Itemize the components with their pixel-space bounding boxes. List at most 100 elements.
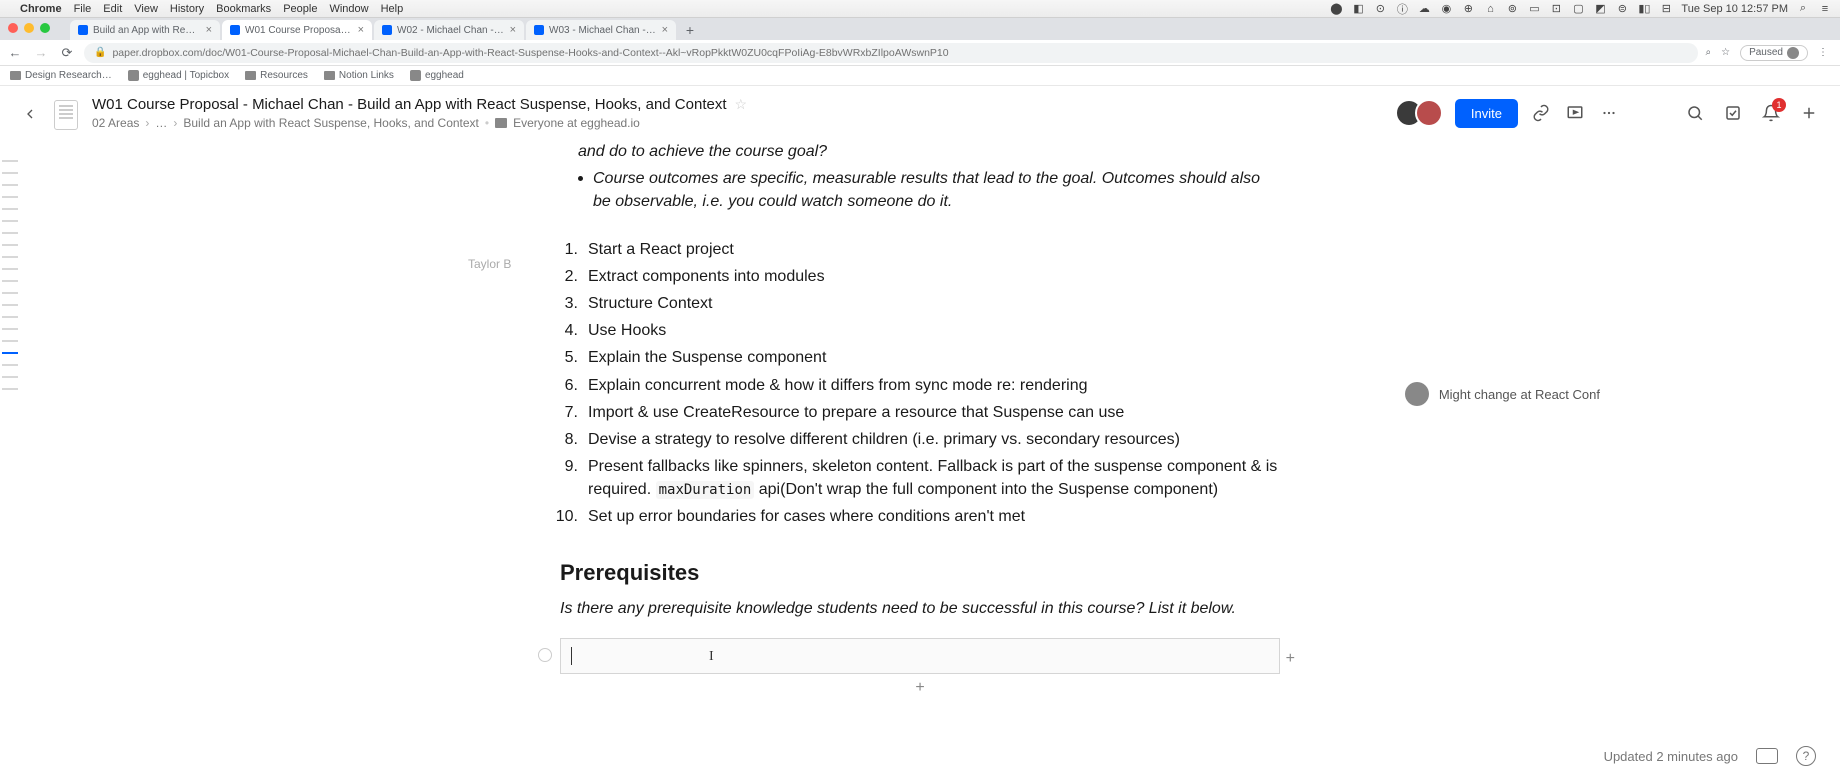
- intro-text[interactable]: and do to achieve the course goal?: [578, 140, 827, 163]
- status-icon[interactable]: ▢: [1571, 2, 1585, 16]
- bookmark-item[interactable]: Design Research…: [10, 70, 112, 81]
- add-column-icon[interactable]: +: [1286, 647, 1295, 670]
- browser-tab[interactable]: Build an App with React Susp…×: [70, 20, 220, 40]
- list-item[interactable]: 6.Explain concurrent mode & how it diffe…: [554, 374, 1280, 397]
- profile-paused-chip[interactable]: Paused: [1740, 45, 1808, 61]
- tab-close-icon[interactable]: ×: [206, 24, 212, 36]
- menu-bookmarks[interactable]: Bookmarks: [216, 3, 271, 15]
- list-item[interactable]: 2.Extract components into modules: [554, 265, 1280, 288]
- help-icon[interactable]: ?: [1796, 746, 1816, 766]
- outcomes-list[interactable]: 1.Start a React project 2.Extract compone…: [554, 238, 1280, 529]
- menu-help[interactable]: Help: [381, 3, 404, 15]
- list-item-text: Devise a strategy to resolve different c…: [588, 428, 1280, 451]
- breadcrumb-more[interactable]: …: [155, 116, 167, 130]
- share-scope[interactable]: Everyone at egghead.io: [513, 116, 640, 130]
- menu-window[interactable]: Window: [329, 3, 368, 15]
- presence-avatars[interactable]: [1403, 99, 1443, 127]
- status-icon[interactable]: ⓘ: [1395, 2, 1409, 16]
- status-icon[interactable]: ⌂: [1483, 2, 1497, 16]
- add-row-icon[interactable]: +: [560, 676, 1280, 699]
- zoom-icon[interactable]: ⌕: [1706, 47, 1712, 58]
- wifi-icon[interactable]: ⊜: [1615, 2, 1629, 16]
- folder-icon: [495, 118, 507, 128]
- intro-bullet-text[interactable]: Course outcomes are specific, measurable…: [593, 167, 1280, 213]
- section-heading-prerequisites[interactable]: Prerequisites: [560, 557, 1280, 589]
- status-icon[interactable]: ▭: [1527, 2, 1541, 16]
- chrome-menu-icon[interactable]: ⋮: [1818, 47, 1828, 58]
- keyboard-shortcuts-icon[interactable]: [1756, 748, 1778, 764]
- list-item[interactable]: 5.Explain the Suspense component: [554, 346, 1280, 369]
- tab-close-icon[interactable]: ×: [510, 24, 516, 36]
- menu-people[interactable]: People: [283, 3, 317, 15]
- favorite-star-icon[interactable]: ☆: [735, 96, 748, 113]
- bookmark-item[interactable]: Resources: [245, 70, 308, 81]
- list-item[interactable]: 7.Import & use CreateResource to prepare…: [554, 401, 1280, 424]
- status-icon[interactable]: ⬤: [1329, 2, 1343, 16]
- app-name[interactable]: Chrome: [20, 3, 62, 15]
- prerequisites-input[interactable]: I +: [560, 638, 1280, 674]
- browser-tab-active[interactable]: W01 Course Proposal - Mich…×: [222, 20, 372, 40]
- list-item[interactable]: 3.Structure Context: [554, 292, 1280, 315]
- invite-button[interactable]: Invite: [1455, 99, 1518, 128]
- attribution-tag[interactable]: Taylor B: [468, 256, 511, 273]
- block-handle-icon[interactable]: [538, 648, 552, 662]
- list-item[interactable]: 9.Present fallbacks like spinners, skele…: [554, 455, 1280, 501]
- tasks-icon[interactable]: [1722, 102, 1744, 124]
- breadcrumb-root[interactable]: 02 Areas: [92, 116, 139, 130]
- nav-back-button[interactable]: ←: [6, 44, 24, 62]
- status-icon[interactable]: ⊡: [1549, 2, 1563, 16]
- tab-close-icon[interactable]: ×: [358, 24, 364, 36]
- status-icon[interactable]: ⊙: [1373, 2, 1387, 16]
- section-description[interactable]: Is there any prerequisite knowledge stud…: [560, 597, 1280, 620]
- bookmark-item[interactable]: egghead | Topicbox: [128, 70, 229, 81]
- browser-tab[interactable]: W02 - Michael Chan - Build …×: [374, 20, 524, 40]
- status-icon[interactable]: ☁: [1417, 2, 1431, 16]
- notifications-icon[interactable]: 1: [1760, 102, 1782, 124]
- breadcrumb-leaf[interactable]: Build an App with React Suspense, Hooks,…: [183, 116, 479, 130]
- status-icon[interactable]: ◩: [1593, 2, 1607, 16]
- window-close-icon[interactable]: [8, 23, 18, 33]
- back-button[interactable]: [20, 104, 40, 124]
- copy-link-icon[interactable]: [1530, 102, 1552, 124]
- list-number: 8.: [554, 428, 578, 451]
- list-item[interactable]: 1.Start a React project: [554, 238, 1280, 261]
- document-title[interactable]: W01 Course Proposal - Michael Chan - Bui…: [92, 96, 747, 113]
- tab-close-icon[interactable]: ×: [662, 24, 668, 36]
- page-minimap[interactable]: [0, 160, 20, 390]
- nav-reload-button[interactable]: ⟳: [58, 44, 76, 62]
- new-doc-icon[interactable]: [1798, 102, 1820, 124]
- menu-view[interactable]: View: [134, 3, 158, 15]
- address-bar[interactable]: 🔒 paper.dropbox.com/doc/W01-Course-Propo…: [84, 43, 1698, 63]
- avatar: [1415, 99, 1443, 127]
- menubar-clock[interactable]: Tue Sep 10 12:57 PM: [1681, 3, 1788, 15]
- list-item[interactable]: 10.Set up error boundaries for cases whe…: [554, 505, 1280, 528]
- list-item[interactable]: 8. Devise a strategy to resolve different…: [554, 428, 1280, 451]
- window-minimize-icon[interactable]: [24, 23, 34, 33]
- menu-file[interactable]: File: [74, 3, 92, 15]
- folder-icon: [10, 71, 21, 80]
- new-tab-button[interactable]: +: [678, 20, 702, 40]
- list-item[interactable]: 4.Use Hooks: [554, 319, 1280, 342]
- menu-icon[interactable]: ≡: [1818, 2, 1832, 16]
- avatar: [1405, 382, 1429, 406]
- status-icon[interactable]: ◉: [1439, 2, 1453, 16]
- star-icon[interactable]: ☆: [1721, 47, 1730, 58]
- more-menu-icon[interactable]: [1598, 102, 1620, 124]
- status-icon[interactable]: ⊟: [1659, 2, 1673, 16]
- inline-comment[interactable]: Might change at React Conf: [1405, 382, 1600, 406]
- battery-icon[interactable]: ▮▯: [1637, 2, 1651, 16]
- search-icon[interactable]: [1684, 102, 1706, 124]
- present-icon[interactable]: [1564, 102, 1586, 124]
- status-icon[interactable]: ⊚: [1505, 2, 1519, 16]
- window-zoom-icon[interactable]: [40, 23, 50, 33]
- bookmark-item[interactable]: egghead: [410, 70, 464, 81]
- spotlight-icon[interactable]: ⌕: [1796, 2, 1810, 16]
- nav-forward-button[interactable]: →: [32, 44, 50, 62]
- menu-history[interactable]: History: [170, 3, 204, 15]
- macos-status-icons: ⬤ ◧ ⊙ ⓘ ☁ ◉ ⊕ ⌂ ⊚ ▭ ⊡ ▢ ◩ ⊜ ▮▯ ⊟ Tue Sep…: [1329, 2, 1832, 16]
- browser-tab[interactable]: W03 - Michael Chan - Build …×: [526, 20, 676, 40]
- bookmark-item[interactable]: Notion Links: [324, 70, 394, 81]
- status-icon[interactable]: ⊕: [1461, 2, 1475, 16]
- status-icon[interactable]: ◧: [1351, 2, 1365, 16]
- menu-edit[interactable]: Edit: [103, 3, 122, 15]
